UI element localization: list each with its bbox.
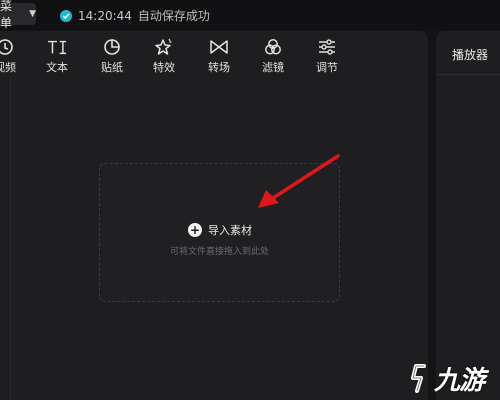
tool-effects[interactable]: 特效 [141, 35, 187, 75]
tool-text-label: 文本 [46, 61, 68, 74]
adjust-icon [317, 37, 337, 56]
watermark: 九游 [410, 360, 485, 397]
media-panel: 视频 文本 贴纸 特效 转场 [0, 31, 428, 400]
filter-icon [263, 37, 283, 56]
player-panel: 播放器 [436, 31, 500, 400]
drop-hint: 可将文件直接拖入到此处 [169, 247, 269, 257]
tool-text[interactable]: 文本 [34, 35, 80, 75]
chevron-down-icon: ▼ [29, 9, 36, 19]
check-icon [60, 9, 72, 22]
text-icon [47, 37, 67, 56]
tab-player[interactable]: 播放器 [452, 46, 488, 63]
save-status-text: 自动保存成功 [137, 9, 210, 23]
tool-filter-label: 滤镜 [262, 61, 284, 74]
import-label: 导入素材 [208, 224, 252, 237]
tool-video[interactable]: 视频 [0, 35, 28, 75]
transition-icon [209, 37, 229, 56]
watermark-logo-icon [411, 363, 426, 393]
top-bar: 菜单 ▼ 14:20:44 自动保存成功 [0, 0, 500, 30]
tool-video-label: 视频 [0, 61, 16, 74]
effects-icon [154, 37, 174, 56]
import-button[interactable]: + 导入素材 [188, 222, 252, 238]
menu-button-label: 菜单 [0, 0, 13, 30]
tool-effects-label: 特效 [153, 61, 175, 74]
tool-filter[interactable]: 滤镜 [250, 35, 296, 75]
import-dropzone[interactable]: + 导入素材 可将文件直接拖入到此处 [99, 163, 340, 302]
tool-adjust[interactable]: 调节 [304, 35, 350, 75]
watermark-text: 九游 [434, 366, 485, 396]
save-time: 14:20:44 [78, 8, 132, 23]
toolbar: 视频 文本 贴纸 特效 转场 [0, 31, 428, 77]
menu-button[interactable]: 菜单 ▼ [0, 0, 36, 30]
tool-sticker[interactable]: 贴纸 [89, 35, 135, 75]
tool-transition[interactable]: 转场 [196, 35, 242, 75]
save-status: 14:20:44 自动保存成功 [60, 7, 210, 24]
tool-transition-label: 转场 [208, 61, 230, 74]
panel-divider [10, 77, 11, 400]
video-icon [0, 37, 15, 56]
sticker-icon [102, 37, 122, 56]
tool-adjust-label: 调节 [316, 61, 338, 74]
player-divider [436, 74, 500, 75]
plus-icon: + [188, 223, 202, 237]
tool-sticker-label: 贴纸 [101, 61, 123, 74]
